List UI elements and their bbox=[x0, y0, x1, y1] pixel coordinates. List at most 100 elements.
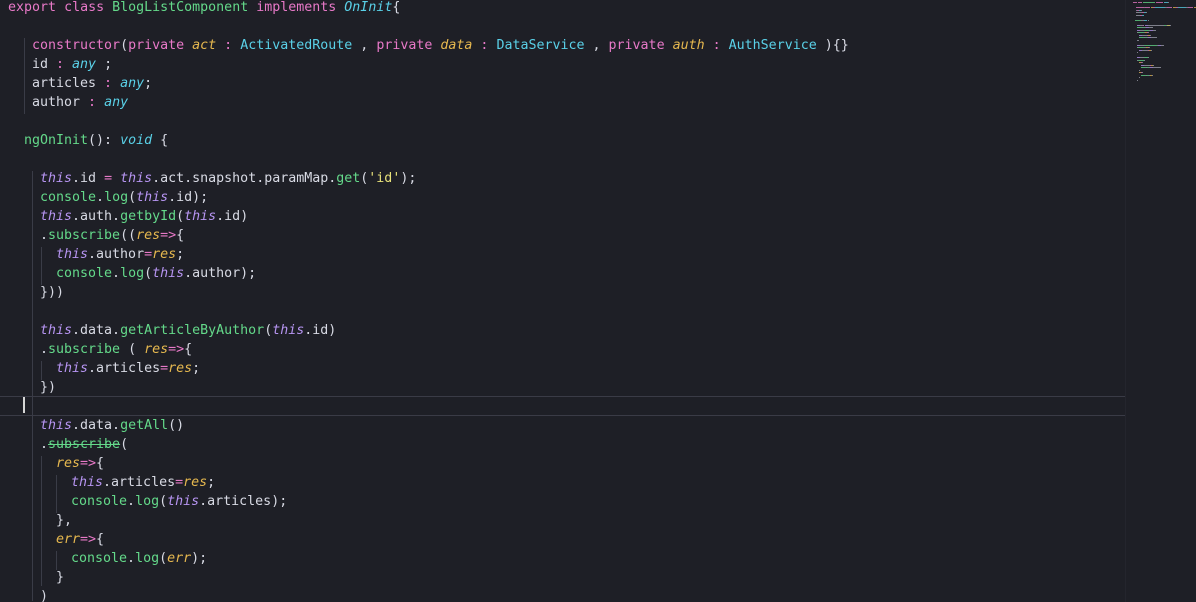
code-line[interactable]: .subscribe ( res=>{ bbox=[40, 340, 192, 359]
code-token: AuthService bbox=[728, 38, 817, 53]
code-token: this bbox=[40, 418, 73, 433]
minimap-stroke bbox=[1170, 24, 1171, 26]
code-token: { bbox=[176, 228, 185, 243]
minimap-stroke bbox=[1144, 44, 1157, 46]
code-token: console bbox=[71, 551, 128, 566]
minimap-stroke bbox=[1141, 9, 1142, 11]
code-line[interactable]: }) bbox=[40, 378, 56, 397]
code-token: : bbox=[80, 95, 105, 110]
code-line[interactable]: .subscribe((res=>{ bbox=[40, 226, 184, 245]
code-editor[interactable]: export class BlogListComponent implement… bbox=[0, 0, 1196, 602]
code-token: res bbox=[183, 475, 208, 490]
code-token: author bbox=[32, 95, 81, 110]
code-token: .data. bbox=[72, 418, 121, 433]
code-token: ( bbox=[264, 323, 273, 338]
code-token: res bbox=[152, 247, 177, 262]
code-line[interactable]: constructor(private act : ActivatedRoute… bbox=[32, 36, 849, 55]
minimap-stroke bbox=[1148, 57, 1149, 58]
minimap-stroke bbox=[1148, 32, 1149, 33]
code-token: . bbox=[96, 190, 105, 205]
minimap-stroke bbox=[1153, 29, 1156, 31]
code-token: class bbox=[64, 0, 105, 15]
code-token: log bbox=[135, 551, 160, 566]
code-token: { bbox=[160, 133, 169, 148]
code-line[interactable]: export class BlogListComponent implement… bbox=[8, 0, 400, 17]
minimap-stroke bbox=[1144, 19, 1147, 21]
code-token: }, bbox=[56, 513, 73, 528]
indent-guide bbox=[24, 38, 25, 114]
code-token: data bbox=[440, 38, 473, 53]
code-line[interactable]: this.auth.getbyId(this.id) bbox=[40, 207, 248, 226]
code-line[interactable]: this.author=res; bbox=[56, 245, 184, 264]
code-token: . bbox=[127, 494, 136, 509]
code-token: ; bbox=[176, 247, 185, 262]
minimap-stroke bbox=[1142, 72, 1143, 73]
code-token: id bbox=[32, 57, 49, 72]
code-token: 'id' bbox=[368, 171, 401, 186]
code-token: log bbox=[135, 494, 160, 509]
code-token: . bbox=[40, 437, 49, 452]
code-line[interactable]: console.log(this.articles); bbox=[71, 492, 287, 511]
code-token: getArticleByAuthor bbox=[120, 323, 265, 338]
code-token: .id) bbox=[304, 323, 337, 338]
code-line[interactable]: this.articles=res; bbox=[56, 359, 200, 378]
code-token: } bbox=[56, 570, 65, 585]
code-token: { bbox=[96, 532, 105, 547]
code-token: get bbox=[336, 171, 361, 186]
minimap-stroke bbox=[1167, 7, 1172, 8]
code-token: this bbox=[56, 247, 89, 262]
code-token: this bbox=[184, 209, 217, 224]
code-line[interactable]: console.log(err); bbox=[71, 549, 207, 568]
code-line[interactable]: author : any bbox=[32, 93, 128, 112]
code-line[interactable]: })) bbox=[40, 283, 64, 302]
code-line[interactable]: console.log(this.author); bbox=[56, 264, 256, 283]
code-token: ( bbox=[144, 266, 153, 281]
code-token: void bbox=[120, 133, 153, 148]
code-token: res bbox=[136, 228, 161, 243]
code-token: console bbox=[40, 190, 97, 205]
code-token: ( bbox=[159, 494, 168, 509]
text-cursor bbox=[23, 397, 25, 413]
code-token: any bbox=[120, 76, 145, 91]
code-line[interactable]: err=>{ bbox=[56, 530, 104, 549]
minimap-stroke bbox=[1137, 52, 1138, 53]
code-token: .author); bbox=[184, 266, 257, 281]
code-token: { bbox=[392, 0, 401, 15]
code-line[interactable]: } bbox=[56, 568, 64, 587]
code-token: res bbox=[168, 361, 193, 376]
minimap-stroke bbox=[1143, 24, 1144, 26]
code-token: BlogListComponent bbox=[112, 0, 249, 15]
code-line[interactable]: this.data.getAll() bbox=[40, 416, 184, 435]
code-line[interactable]: this.articles=res; bbox=[71, 473, 215, 492]
minimap-stroke bbox=[1168, 2, 1169, 3]
code-line[interactable]: res=>{ bbox=[56, 454, 104, 473]
code-area[interactable]: export class BlogListComponent implement… bbox=[0, 0, 1125, 602]
code-token: ActivatedRoute bbox=[240, 38, 353, 53]
code-token: . bbox=[112, 266, 121, 281]
code-token: .act.snapshot.paramMap. bbox=[152, 171, 337, 186]
code-token: = bbox=[104, 171, 113, 186]
code-line[interactable]: this.id = this.act.snapshot.paramMap.get… bbox=[40, 169, 416, 188]
code-line[interactable]: ngOnInit(): void { bbox=[24, 131, 168, 150]
code-token: ( bbox=[159, 551, 168, 566]
code-line[interactable]: .subscribe( bbox=[40, 435, 128, 454]
code-token: (( bbox=[120, 228, 137, 243]
code-line[interactable]: console.log(this.id); bbox=[40, 188, 208, 207]
code-token: any bbox=[104, 95, 129, 110]
code-line[interactable]: this.data.getArticleByAuthor(this.id) bbox=[40, 321, 336, 340]
code-line[interactable]: ) bbox=[40, 587, 48, 602]
code-token: : bbox=[96, 76, 121, 91]
code-line[interactable]: }, bbox=[56, 511, 72, 530]
minimap[interactable] bbox=[1128, 0, 1196, 602]
code-token: { bbox=[96, 456, 105, 471]
code-token: .author bbox=[88, 247, 145, 262]
code-line[interactable]: articles : any; bbox=[32, 74, 152, 93]
code-token: implements bbox=[256, 0, 337, 15]
code-token: ); bbox=[400, 171, 417, 186]
code-token: act bbox=[192, 38, 217, 53]
code-token: . bbox=[40, 228, 49, 243]
code-line[interactable]: id : any ; bbox=[32, 55, 112, 74]
